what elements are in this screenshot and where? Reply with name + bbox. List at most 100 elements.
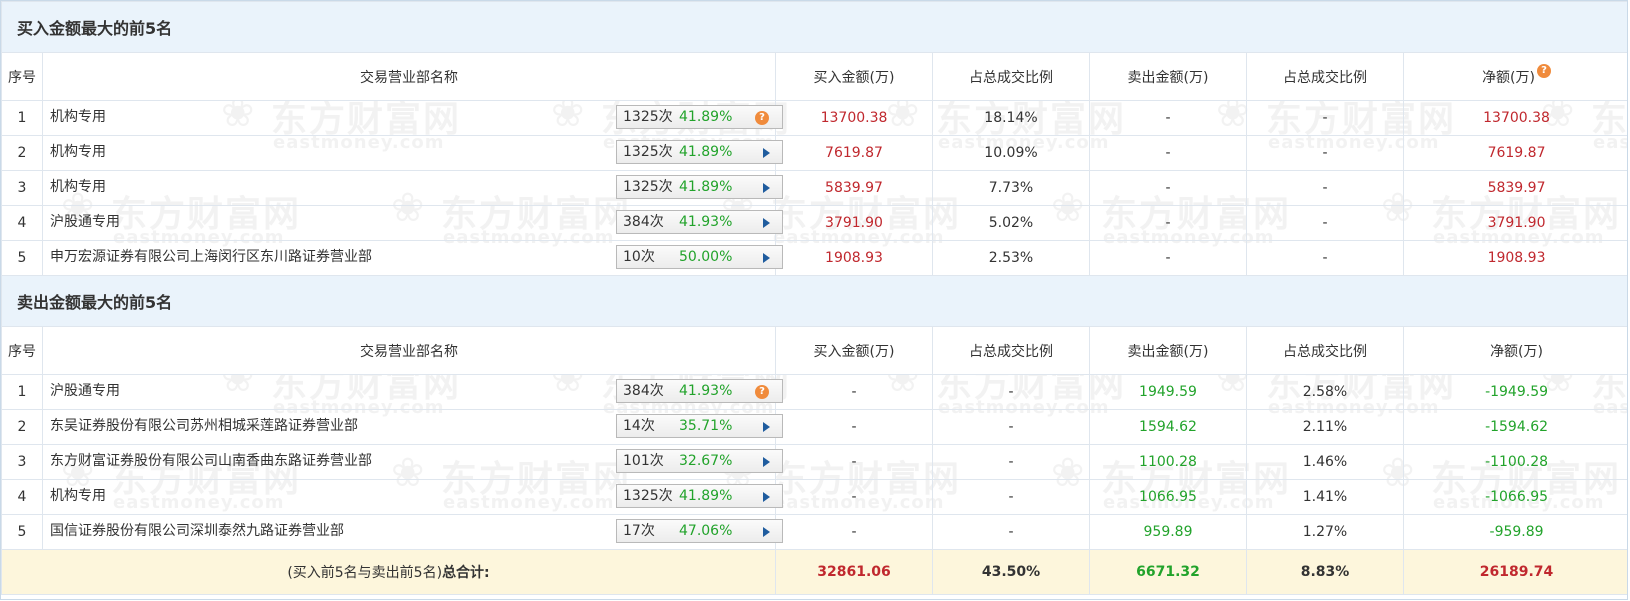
row-sell-amount: 1100.28 xyxy=(1089,444,1247,480)
row-seq: 1 xyxy=(1,374,43,410)
row-name-cell: 机构专用 1325次 41.89% xyxy=(42,479,783,515)
col-net-label: 净额(万) xyxy=(1482,69,1535,86)
row-net: -1066.95 xyxy=(1402,479,1627,515)
row-sell-ratio: - xyxy=(1246,170,1404,206)
arrow-right-icon[interactable] xyxy=(763,457,770,467)
broker-stat-button[interactable]: 10次 50.00% xyxy=(616,245,783,269)
broker-stat-button[interactable]: 14次 35.71% xyxy=(616,414,783,438)
row-net: -959.89 xyxy=(1402,514,1627,550)
broker-win-rate: 41.89% xyxy=(679,144,733,160)
broker-stat-button[interactable]: 1325次 41.89% xyxy=(616,175,783,199)
total-buy: 32861.06 xyxy=(775,549,933,595)
row-net: -1949.59 xyxy=(1402,374,1627,410)
arrow-right-icon[interactable] xyxy=(763,422,770,432)
help-icon[interactable]: ? xyxy=(755,385,769,399)
arrow-right-icon[interactable] xyxy=(763,492,770,502)
col-name: 交易营业部名称 xyxy=(42,326,776,375)
row-sell-amount: 1066.95 xyxy=(1089,479,1247,515)
sell-section-title: 卖出金额最大的前5名 xyxy=(1,275,1627,327)
row-buy-amount: 3791.90 xyxy=(775,205,933,241)
row-buy-ratio: - xyxy=(932,409,1090,445)
buy-section-title: 买入金额最大的前5名 xyxy=(1,1,1627,53)
broker-table: 买入金额最大的前5名 序号 交易营业部名称 买入金额(万) 占总成交比例 卖出金… xyxy=(1,1,1627,595)
col-sell-amount: 卖出金额(万) xyxy=(1089,326,1247,375)
row-buy-ratio: - xyxy=(932,479,1090,515)
row-sell-amount: - xyxy=(1089,205,1247,241)
col-seq: 序号 xyxy=(1,52,43,101)
row-buy-ratio: - xyxy=(932,374,1090,410)
row-buy-amount: 5839.97 xyxy=(775,170,933,206)
row-buy-amount: 13700.38 xyxy=(775,100,933,136)
arrow-right-icon[interactable] xyxy=(763,183,770,193)
row-seq: 2 xyxy=(1,135,43,171)
broker-win-rate: 41.93% xyxy=(679,214,733,230)
broker-name-link[interactable]: 机构专用 xyxy=(50,480,106,512)
total-label: (买入前5名与卖出前5名)总合计: xyxy=(1,549,776,595)
arrow-right-icon[interactable] xyxy=(763,527,770,537)
broker-stat-button[interactable]: 1325次 41.89%? xyxy=(616,105,783,129)
row-sell-ratio: 1.41% xyxy=(1246,479,1404,515)
row-seq: 5 xyxy=(1,240,43,276)
broker-count: 384次 xyxy=(623,383,664,399)
row-sell-ratio: - xyxy=(1246,100,1404,136)
sell-column-header-row: 序号 交易营业部名称 买入金额(万) 占总成交比例 卖出金额(万) 占总成交比例… xyxy=(1,326,1627,375)
col-sell-ratio: 占总成交比例 xyxy=(1246,326,1404,375)
row-name-cell: 沪股通专用 384次 41.93%? xyxy=(42,374,783,410)
broker-name-link[interactable]: 机构专用 xyxy=(50,136,106,168)
broker-count: 1325次 xyxy=(623,488,673,504)
broker-name-link[interactable]: 沪股通专用 xyxy=(50,206,120,238)
row-buy-ratio: - xyxy=(932,444,1090,480)
row-buy-ratio: 2.53% xyxy=(932,240,1090,276)
broker-count: 10次 xyxy=(623,249,655,265)
col-seq: 序号 xyxy=(1,326,43,375)
row-sell-ratio: 2.11% xyxy=(1246,409,1404,445)
broker-stat-button[interactable]: 1325次 41.89% xyxy=(616,484,783,508)
table-row: 5 国信证券股份有限公司深圳泰然九路证券营业部 17次 47.06% - -959.89 1… xyxy=(1,514,1627,550)
row-net: 13700.38 xyxy=(1402,100,1627,136)
table-row: 4 机构专用 1325次 41.89% - -1066.95 1.41% -1066.95 xyxy=(1,479,1627,515)
broker-stat-button[interactable]: 384次 41.93% xyxy=(616,210,783,234)
row-buy-ratio: 7.73% xyxy=(932,170,1090,206)
broker-name-link[interactable]: 申万宏源证券有限公司上海闵行区东川路证券营业部 xyxy=(50,241,372,273)
total-sell: 6671.32 xyxy=(1089,549,1247,595)
broker-name-link[interactable]: 沪股通专用 xyxy=(50,375,120,407)
help-icon[interactable]: ? xyxy=(755,111,769,125)
arrow-right-icon[interactable] xyxy=(763,253,770,263)
col-buy-amount: 买入金额(万) xyxy=(775,326,933,375)
row-buy-amount: - xyxy=(775,514,933,550)
arrow-right-icon[interactable] xyxy=(763,148,770,158)
total-label-prefix: (买入前5名与卖出前5名) xyxy=(287,565,443,581)
broker-stat-button[interactable]: 101次 32.67% xyxy=(616,449,783,473)
broker-stat-button[interactable]: 384次 41.93%? xyxy=(616,379,783,403)
broker-name-link[interactable]: 国信证券股份有限公司深圳泰然九路证券营业部 xyxy=(50,515,344,547)
dragon-tiger-board: ❀东方财富网eastmoney.com❀东方财富网eastmoney.com❀东… xyxy=(0,0,1628,600)
help-icon[interactable]: ? xyxy=(1537,63,1551,78)
broker-count: 1325次 xyxy=(623,179,673,195)
table-row: 3 东方财富证券股份有限公司山南香曲东路证券营业部 101次 32.67% - -1100… xyxy=(1,444,1627,480)
row-seq: 1 xyxy=(1,100,43,136)
col-sell-amount: 卖出金额(万) xyxy=(1089,52,1247,101)
row-name-cell: 机构专用 1325次 41.89% xyxy=(42,170,783,206)
row-sell-ratio: - xyxy=(1246,205,1404,241)
sell-section-header: 卖出金额最大的前5名 xyxy=(1,275,1627,327)
col-buy-ratio: 占总成交比例 xyxy=(932,52,1090,101)
row-net: 5839.97 xyxy=(1402,170,1627,206)
row-buy-amount: - xyxy=(775,479,933,515)
broker-stat-button[interactable]: 17次 47.06% xyxy=(616,519,783,543)
broker-win-rate: 41.89% xyxy=(679,109,733,125)
broker-name-link[interactable]: 东方财富证券股份有限公司山南香曲东路证券营业部 xyxy=(50,445,372,477)
broker-win-rate: 50.00% xyxy=(679,249,733,265)
broker-stat-button[interactable]: 1325次 41.89% xyxy=(616,140,783,164)
row-buy-ratio: 18.14% xyxy=(932,100,1090,136)
arrow-right-icon[interactable] xyxy=(763,218,770,228)
broker-name-link[interactable]: 机构专用 xyxy=(50,171,106,203)
broker-win-rate: 41.89% xyxy=(679,179,733,195)
broker-name-link[interactable]: 机构专用 xyxy=(50,101,106,133)
row-name-cell: 申万宏源证券有限公司上海闵行区东川路证券营业部 10次 50.00% xyxy=(42,240,783,276)
broker-name-link[interactable]: 东吴证券股份有限公司苏州相城采莲路证券营业部 xyxy=(50,410,358,442)
col-buy-ratio: 占总成交比例 xyxy=(932,326,1090,375)
row-net: 3791.90 xyxy=(1402,205,1627,241)
row-net: 7619.87 xyxy=(1402,135,1627,171)
row-name-cell: 东方财富证券股份有限公司山南香曲东路证券营业部 101次 32.67% xyxy=(42,444,783,480)
broker-count: 384次 xyxy=(623,214,664,230)
